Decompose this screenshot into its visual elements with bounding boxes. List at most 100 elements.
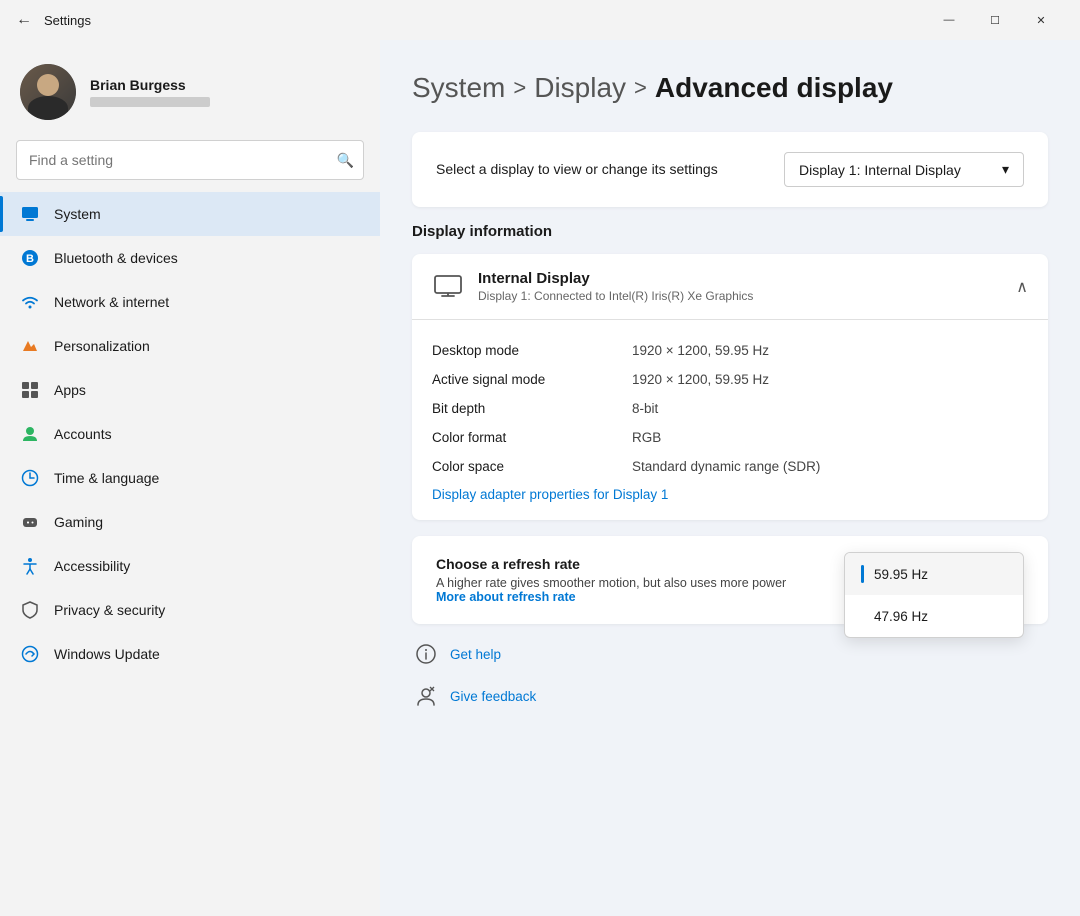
display-header: Internal Display Display 1: Connected to… (412, 254, 1048, 320)
nav-list: System B Bluetooth & devices (0, 192, 380, 900)
breadcrumb-sep-1: > (513, 75, 526, 101)
gaming-icon (20, 512, 40, 532)
breadcrumb-system: System (412, 72, 505, 104)
display-header-left: Internal Display Display 1: Connected to… (432, 270, 753, 303)
sidebar-item-time[interactable]: Time & language (0, 456, 380, 500)
app-container: Brian Burgess 🔍 System (0, 40, 1080, 916)
display-name-block: Internal Display Display 1: Connected to… (478, 270, 753, 303)
spec-label-colorspace: Color space (432, 459, 632, 474)
refresh-option-59-label: 59.95 Hz (874, 567, 928, 582)
display-name: Internal Display (478, 270, 753, 287)
selected-indicator (861, 565, 864, 583)
avatar (20, 64, 76, 120)
apps-icon (20, 380, 40, 400)
breadcrumb-advanced: Advanced display (655, 72, 893, 104)
feedback-row: Give feedback (412, 682, 1048, 710)
spec-row-colorspace: Color space Standard dynamic range (SDR) (432, 452, 1028, 481)
sidebar-item-accounts[interactable]: Accounts (0, 412, 380, 456)
spec-row-colorformat: Color format RGB (432, 423, 1028, 452)
monitor-icon (432, 271, 464, 303)
spec-row-bitdepth: Bit depth 8-bit (432, 394, 1028, 423)
titlebar-left: ← Settings (16, 11, 91, 29)
give-feedback-link[interactable]: Give feedback (450, 689, 536, 704)
bluetooth-icon: B (20, 248, 40, 268)
network-icon (20, 292, 40, 312)
maximize-button[interactable]: ☐ (972, 4, 1018, 36)
close-button[interactable]: ✕ (1018, 4, 1064, 36)
sidebar-item-personalization-label: Personalization (54, 338, 150, 354)
display-dropdown[interactable]: Display 1: Internal Display ▾ (784, 152, 1024, 187)
refresh-info: Choose a refresh rate A higher rate give… (436, 556, 789, 604)
sidebar-item-network[interactable]: Network & internet (0, 280, 380, 324)
display-selector-card: Select a display to view or change its s… (412, 132, 1048, 207)
refresh-option-47[interactable]: 47.96 Hz (845, 595, 1023, 637)
titlebar: ← Settings — ☐ ✕ (0, 0, 1080, 40)
refresh-rate-card: Choose a refresh rate A higher rate give… (412, 536, 1048, 624)
svg-text:B: B (26, 253, 34, 265)
spec-label-signal: Active signal mode (432, 372, 632, 387)
accessibility-icon (20, 556, 40, 576)
spec-value-colorformat: RGB (632, 430, 661, 445)
sidebar-item-privacy[interactable]: Privacy & security (0, 588, 380, 632)
refresh-option-59[interactable]: 59.95 Hz (845, 553, 1023, 595)
minimize-button[interactable]: — (926, 4, 972, 36)
spec-row-desktop: Desktop mode 1920 × 1200, 59.95 Hz (432, 336, 1028, 365)
refresh-desc: A higher rate gives smoother motion, but… (436, 576, 789, 604)
sidebar-item-accessibility-label: Accessibility (54, 558, 130, 574)
sidebar-item-update[interactable]: Windows Update (0, 632, 380, 676)
avatar-image (20, 64, 76, 120)
sidebar-item-time-label: Time & language (54, 470, 159, 486)
refresh-title: Choose a refresh rate (436, 556, 789, 572)
sidebar-item-bluetooth[interactable]: B Bluetooth & devices (0, 236, 380, 280)
get-help-link[interactable]: Get help (450, 647, 501, 662)
sidebar-item-accounts-label: Accounts (54, 426, 112, 442)
sidebar-item-apps[interactable]: Apps (0, 368, 380, 412)
display-info-section: Display information Internal Display (412, 223, 1048, 520)
update-icon (20, 644, 40, 664)
back-button[interactable]: ← (16, 11, 32, 29)
spec-label-bitdepth: Bit depth (432, 401, 632, 416)
system-icon (20, 204, 40, 224)
breadcrumb: System > Display > Advanced display (412, 72, 1048, 104)
display-selector-row: Select a display to view or change its s… (436, 152, 1024, 187)
sidebar-item-system[interactable]: System (0, 192, 380, 236)
breadcrumb-sep-2: > (634, 75, 647, 101)
user-email (90, 97, 210, 107)
privacy-icon (20, 600, 40, 620)
spec-label-desktop: Desktop mode (432, 343, 632, 358)
sidebar-item-bluetooth-label: Bluetooth & devices (54, 250, 178, 266)
footer-links: Get help Give feedback (412, 640, 1048, 710)
user-name: Brian Burgess (90, 77, 210, 93)
adapter-properties-link[interactable]: Display adapter properties for Display 1 (432, 487, 668, 502)
get-help-row: Get help (412, 640, 1048, 668)
breadcrumb-display: Display (534, 72, 626, 104)
accounts-icon (20, 424, 40, 444)
spec-row-signal: Active signal mode 1920 × 1200, 59.95 Hz (432, 365, 1028, 394)
sidebar-item-update-label: Windows Update (54, 646, 160, 662)
refresh-link[interactable]: More about refresh rate (436, 590, 576, 604)
spec-value-bitdepth: 8-bit (632, 401, 658, 416)
display-specs: Desktop mode 1920 × 1200, 59.95 Hz Activ… (412, 320, 1048, 520)
display-sub: Display 1: Connected to Intel(R) Iris(R)… (478, 289, 753, 303)
sidebar-item-privacy-label: Privacy & security (54, 602, 165, 618)
time-icon (20, 468, 40, 488)
spec-value-signal: 1920 × 1200, 59.95 Hz (632, 372, 769, 387)
display-dropdown-value: Display 1: Internal Display (799, 162, 961, 178)
display-selector-label: Select a display to view or change its s… (436, 159, 718, 180)
sidebar-item-gaming-label: Gaming (54, 514, 103, 530)
collapse-icon[interactable]: ∧ (1016, 277, 1028, 297)
feedback-icon (412, 682, 440, 710)
sidebar-item-system-label: System (54, 206, 101, 222)
sidebar-item-personalization[interactable]: Personalization (0, 324, 380, 368)
sidebar-item-apps-label: Apps (54, 382, 86, 398)
main-content: System > Display > Advanced display Sele… (380, 40, 1080, 916)
search-input[interactable] (16, 140, 364, 180)
titlebar-controls: — ☐ ✕ (926, 4, 1064, 36)
help-icon (412, 640, 440, 668)
sidebar-item-accessibility[interactable]: Accessibility (0, 544, 380, 588)
section-title: Display information (412, 223, 1048, 240)
user-profile: Brian Burgess (0, 56, 380, 140)
sidebar-item-gaming[interactable]: Gaming (0, 500, 380, 544)
sidebar: Brian Burgess 🔍 System (0, 40, 380, 916)
refresh-dropdown-popup: 59.95 Hz 47.96 Hz (844, 552, 1024, 638)
